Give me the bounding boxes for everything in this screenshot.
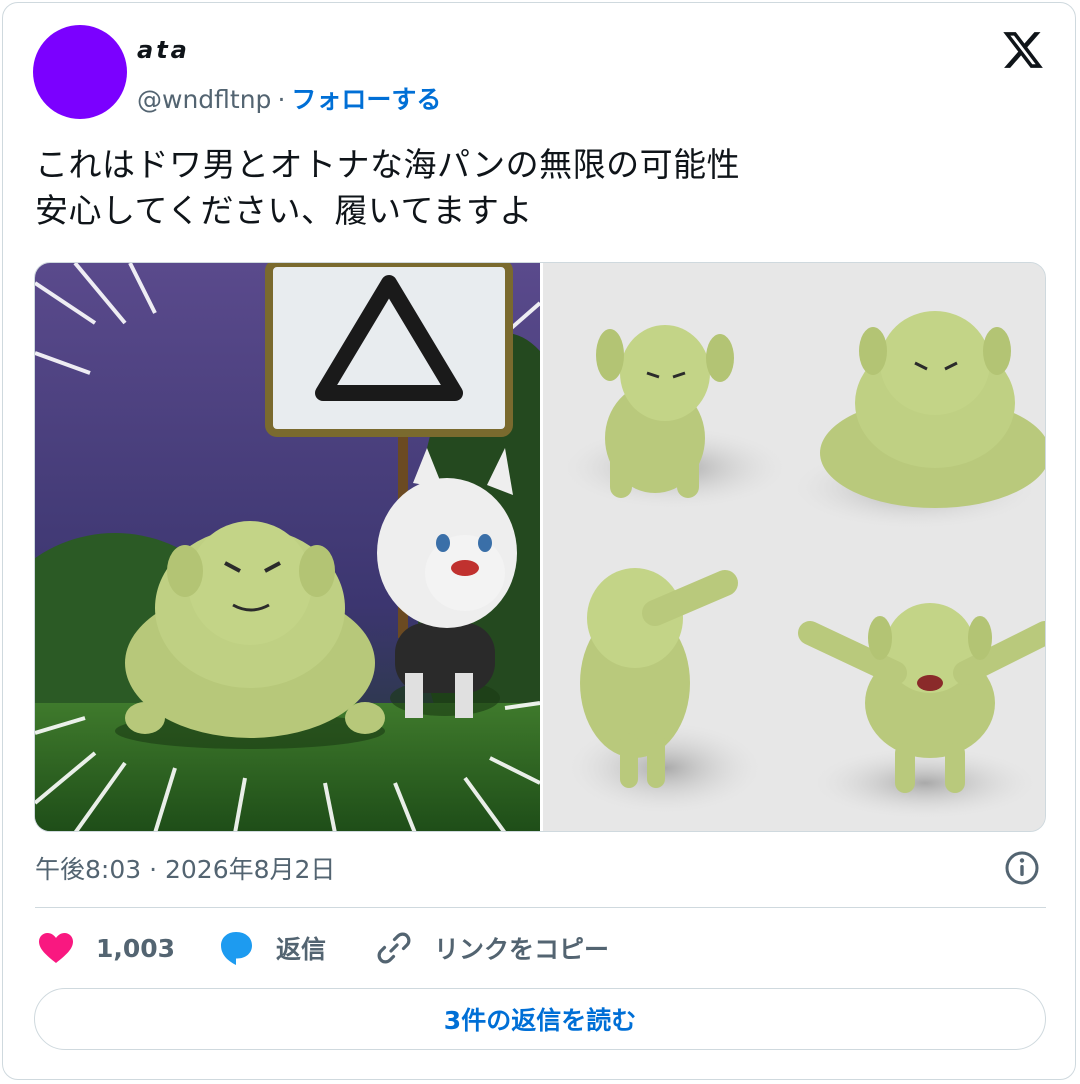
avatar[interactable]	[33, 25, 127, 119]
media-illustration	[35, 263, 1045, 831]
tweet-media[interactable]	[34, 262, 1046, 832]
tweet-text: これはドワ男とオトナな海パンの無限の可能性 安心してください、履いてますよ	[35, 145, 741, 230]
left-panel-scene	[35, 263, 595, 831]
reply-button[interactable]: 返信	[218, 926, 326, 970]
display-name[interactable]: ata	[137, 36, 190, 64]
speech-bubble-icon	[221, 932, 252, 965]
read-replies-button[interactable]: 3件の返信を読む	[34, 988, 1046, 1050]
x-logo-icon[interactable]	[1000, 28, 1046, 72]
reply-label: 返信	[276, 935, 327, 964]
copy-link-label: リンクをコピー	[434, 935, 610, 964]
info-icon[interactable]	[1004, 850, 1040, 886]
like-button[interactable]: 1,003	[38, 926, 175, 970]
divider	[35, 907, 1046, 908]
like-count: 1,003	[96, 933, 176, 963]
handle[interactable]: @wndfltnp	[137, 85, 271, 114]
link-icon	[377, 932, 411, 964]
heart-icon	[39, 933, 73, 963]
follow-button[interactable]: フォローする	[291, 85, 441, 114]
copy-link-button[interactable]: リンクをコピー	[376, 926, 609, 970]
timestamp[interactable]: 午後8:03 · 2026年8月2日	[35, 850, 335, 886]
handle-row: @wndfltnp · フォローする	[137, 80, 441, 116]
separator: ·	[277, 85, 286, 114]
right-panel-scene	[543, 263, 1045, 831]
